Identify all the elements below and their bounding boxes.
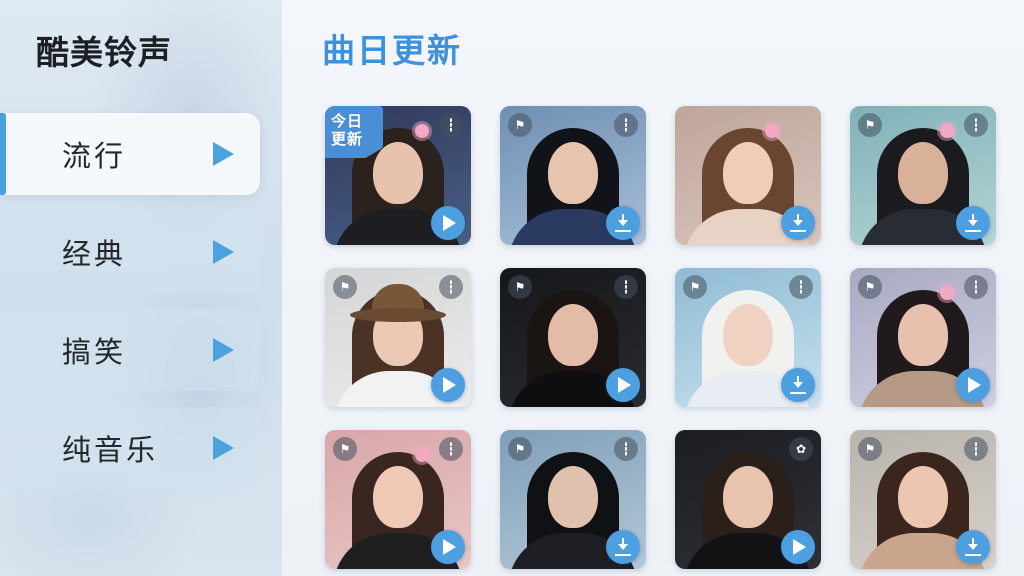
flag-icon[interactable]: ⚑ — [333, 437, 357, 461]
mute-icon[interactable]: ┇ — [789, 275, 813, 299]
portrait-face — [723, 304, 773, 366]
play-arrow-icon — [213, 240, 234, 264]
mute-icon[interactable]: ┇ — [964, 437, 988, 461]
mute-icon[interactable]: ┇ — [964, 113, 988, 137]
ringtone-card[interactable]: ⚑ ┇ — [675, 268, 821, 407]
category-nav: 流行 经典 搞笑 纯音乐 — [0, 113, 260, 505]
mute-icon[interactable]: ┇ — [439, 113, 463, 137]
flag-icon[interactable]: ⚑ — [508, 275, 532, 299]
download-button[interactable] — [606, 530, 640, 564]
flag-icon[interactable]: ⚑ — [508, 113, 532, 137]
hair-flower — [765, 124, 779, 138]
ringtone-grid: ┇ 今日 更新 ⚑ ┇ ⚑ ┇ ⚑ ┇ ⚑ ┇ ⚑ ┇ ⚑ ┇ ⚑ ┇ ⚑ ┇ ✿ ⚑ ┇ — [325, 106, 996, 569]
play-arrow-icon — [213, 436, 234, 460]
today-updated-badge: 今日 更新 — [325, 106, 383, 158]
play-button[interactable] — [431, 530, 465, 564]
play-icon — [793, 539, 806, 555]
ringtone-card[interactable]: ⚑ ┇ — [850, 106, 996, 245]
download-button[interactable] — [956, 206, 990, 240]
download-button[interactable] — [956, 530, 990, 564]
download-icon — [965, 214, 981, 232]
hair-flower — [415, 448, 429, 462]
ringtone-card[interactable]: ⚑ ┇ — [325, 268, 471, 407]
download-icon — [790, 376, 806, 394]
nav-item-funny[interactable]: 搞笑 — [0, 309, 260, 391]
portrait-face — [898, 466, 948, 528]
hair-flower — [940, 124, 954, 138]
download-icon — [965, 538, 981, 556]
flag-icon[interactable]: ⚑ — [683, 275, 707, 299]
sidebar: 酷美铃声 流行 经典 搞笑 纯音乐 — [0, 0, 282, 576]
mute-icon[interactable]: ┇ — [964, 275, 988, 299]
portrait-face — [373, 466, 423, 528]
portrait-face — [548, 142, 598, 204]
flag-icon[interactable]: ⚑ — [858, 437, 882, 461]
portrait-face — [898, 304, 948, 366]
badge-line: 更新 — [331, 130, 364, 148]
flag-icon[interactable]: ⚑ — [333, 275, 357, 299]
nav-item-label: 经典 — [62, 237, 127, 271]
play-button[interactable] — [431, 368, 465, 402]
mute-icon[interactable]: ┇ — [614, 275, 638, 299]
play-button[interactable] — [956, 368, 990, 402]
ringtone-card[interactable]: ⚑ ┇ — [500, 106, 646, 245]
portrait-face — [723, 466, 773, 528]
play-button[interactable] — [606, 368, 640, 402]
ringtone-card[interactable]: ⚑ ┇ — [850, 268, 996, 407]
section-title: 曲日更新 — [322, 31, 462, 70]
flag-icon[interactable]: ⚑ — [508, 437, 532, 461]
flower-icon[interactable]: ✿ — [789, 437, 813, 461]
download-icon — [615, 214, 631, 232]
flag-icon[interactable]: ⚑ — [858, 275, 882, 299]
mute-icon[interactable]: ┇ — [439, 275, 463, 299]
play-arrow-icon — [213, 338, 234, 362]
download-button[interactable] — [781, 206, 815, 240]
badge-line: 今日 — [331, 112, 364, 130]
portrait-face — [723, 142, 773, 204]
download-button[interactable] — [781, 368, 815, 402]
hair-flower — [940, 286, 954, 300]
play-icon — [443, 377, 456, 393]
portrait-face — [898, 142, 948, 204]
play-icon — [443, 215, 456, 231]
ringtone-card[interactable]: ⚑ ┇ — [500, 430, 646, 569]
hat-brim — [350, 308, 446, 322]
play-arrow-icon — [213, 142, 234, 166]
portrait-face — [548, 304, 598, 366]
play-icon — [443, 539, 456, 555]
mute-icon[interactable]: ┇ — [614, 437, 638, 461]
ringtone-card[interactable]: ⚑ ┇ — [500, 268, 646, 407]
nav-item-classic[interactable]: 经典 — [0, 211, 260, 293]
download-icon — [615, 538, 631, 556]
main-content: 曲日更新 ┇ 今日 更新 ⚑ ┇ ⚑ ┇ ⚑ ┇ ⚑ ┇ ⚑ ┇ ⚑ ┇ ⚑ ┇ ⚑ ┇ ✿ ⚑ ┇ — [282, 0, 1024, 576]
ringtone-card[interactable]: ⚑ ┇ — [850, 430, 996, 569]
play-button[interactable] — [431, 206, 465, 240]
ringtone-card[interactable]: ┇ 今日 更新 — [325, 106, 471, 245]
flag-icon[interactable]: ⚑ — [858, 113, 882, 137]
nav-item-label: 搞笑 — [62, 335, 127, 369]
play-button[interactable] — [781, 530, 815, 564]
portrait-face — [548, 466, 598, 528]
app-window: 酷美铃声 流行 经典 搞笑 纯音乐 曲日更新 ┇ 今日 更新 ⚑ ┇ ⚑ ┇ ⚑ ┇ ⚑ ┇ ⚑ ┇ ⚑ ┇… — [0, 0, 1024, 576]
nav-item-label: 流行 — [62, 139, 127, 173]
app-title: 酷美铃声 — [36, 33, 172, 72]
play-icon — [618, 377, 631, 393]
download-icon — [790, 214, 806, 232]
ringtone-card[interactable]: ⚑ ┇ — [325, 430, 471, 569]
mute-icon[interactable]: ┇ — [614, 113, 638, 137]
nav-item-pop[interactable]: 流行 — [0, 113, 260, 195]
ringtone-card[interactable]: ✿ — [675, 430, 821, 569]
play-icon — [968, 377, 981, 393]
nav-item-instrumental[interactable]: 纯音乐 — [0, 407, 260, 489]
mute-icon[interactable]: ┇ — [439, 437, 463, 461]
ringtone-card[interactable] — [675, 106, 821, 245]
portrait-face — [373, 142, 423, 204]
hair-flower — [415, 124, 429, 138]
nav-item-label: 纯音乐 — [62, 433, 159, 467]
download-button[interactable] — [606, 206, 640, 240]
